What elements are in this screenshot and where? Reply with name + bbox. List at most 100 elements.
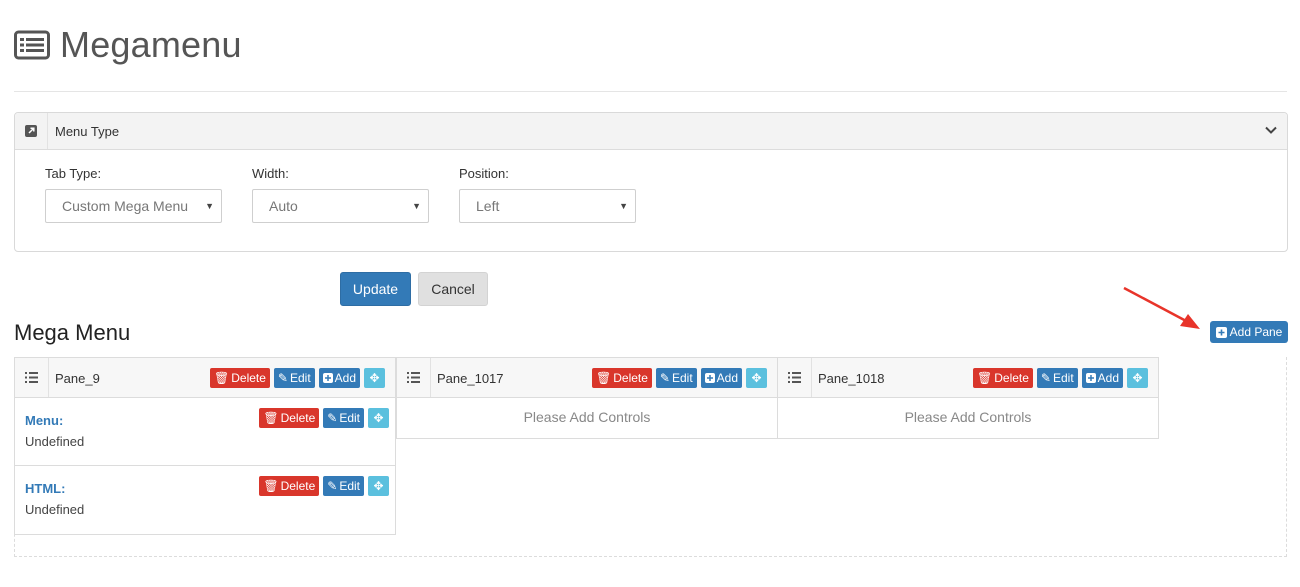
trash-icon: 🗑 [977,371,993,385]
width-value: Auto [269,198,298,214]
control-value: Undefined [25,502,85,517]
list-alt-icon [14,30,50,60]
position-value: Left [476,198,500,214]
trash-icon: 🗑 [596,371,612,385]
delete-label: Delete [613,371,648,385]
menu-type-title: Menu Type [55,124,120,139]
delete-pane-button[interactable]: 🗑 Delete [210,368,270,388]
page-header: Megamenu [14,24,242,66]
external-link-icon [15,113,48,149]
move-icon: ✥ [751,371,762,385]
add-control-button[interactable]: Add [1081,368,1124,388]
pane-toolbar: 🗑 Delete ✎ Edit Add ✥ [592,368,768,388]
move-handle[interactable]: ✥ [364,368,386,388]
move-icon: ✥ [369,371,380,385]
page-title: Megamenu [60,24,242,65]
delete-control-button[interactable]: 🗑 Delete [259,408,320,428]
caret-down-icon: ▼ [205,201,214,211]
list-icon[interactable] [397,358,431,397]
trash-icon: 🗑 [214,371,230,385]
pane-header: Pane_1017 🗑 Delete ✎ Edit Add ✥ [397,358,777,398]
add-label: Add [1097,371,1120,385]
position-select[interactable]: Left ▼ [459,189,636,223]
plus-square-icon [1215,326,1227,338]
delete-control-button[interactable]: 🗑 Delete [259,476,320,496]
edit-icon: ✎ [327,411,338,425]
menu-type-panel: Menu Type Tab Type: Custom Mega Menu ▼ W… [14,112,1288,252]
menu-type-panel-header[interactable]: Menu Type [15,113,1287,150]
tab-type-select[interactable]: Custom Mega Menu ▼ [45,189,222,223]
tab-type-field: Tab Type: Custom Mega Menu ▼ [45,166,222,223]
control-item: HTML: Undefined 🗑 Delete ✎ Edit ✥ [15,466,395,534]
chevron-down-icon[interactable] [1265,125,1277,135]
control-item: Menu: Undefined 🗑 Delete ✎ Edit ✥ [15,398,395,466]
edit-label: Edit [671,371,693,385]
annotation-arrow-icon [1123,286,1200,329]
trash-icon: 🗑 [263,411,279,425]
move-handle[interactable]: ✥ [1127,368,1149,388]
caret-down-icon: ▼ [619,201,628,211]
pane-name: Pane_1017 [437,371,504,386]
move-icon: ✥ [373,479,384,493]
control-toolbar: 🗑 Delete ✎ Edit ✥ [259,408,389,428]
pane-toolbar: 🗑 Delete ✎ Edit Add ✥ [210,368,386,388]
pane: Pane_1017 🗑 Delete ✎ Edit Add ✥ Please Add… [396,357,778,439]
edit-icon: ✎ [277,371,288,385]
plus-square-icon [322,373,333,383]
add-control-button[interactable]: Add [700,368,743,388]
move-icon: ✥ [1132,371,1143,385]
control-title: HTML: [25,481,66,496]
pane-name: Pane_1018 [818,371,885,386]
move-icon: ✥ [373,411,384,425]
move-handle[interactable]: ✥ [368,408,389,428]
trash-icon: 🗑 [263,479,279,493]
mega-menu-title: Mega Menu [14,320,131,345]
edit-icon: ✎ [1040,371,1051,385]
position-field: Position: Left ▼ [459,166,636,223]
width-label: Width: [252,166,289,181]
header-divider [14,91,1287,92]
add-label: Add [716,371,739,385]
position-label: Position: [459,166,509,181]
plus-square-icon [704,373,715,383]
add-pane-label: Add Pane [1229,325,1283,339]
list-icon[interactable] [778,358,812,397]
delete-label: Delete [231,371,266,385]
pane: Pane_9 🗑 Delete ✎ Edit Add ✥ Menu: Undefin… [14,357,396,535]
delete-pane-button[interactable]: 🗑 Delete [592,368,652,388]
tab-type-value: Custom Mega Menu [62,198,189,214]
empty-pane-message: Please Add Controls [904,409,1032,425]
edit-label: Edit [339,479,360,493]
plus-square-icon [1085,373,1096,383]
pane-name: Pane_9 [55,371,100,386]
add-pane-button[interactable]: Add Pane [1210,321,1288,343]
delete-pane-button[interactable]: 🗑 Delete [973,368,1033,388]
add-control-button[interactable]: Add [318,368,361,388]
delete-label: Delete [280,411,316,425]
control-title: Menu: [25,413,64,428]
delete-label: Delete [994,371,1029,385]
pane: Pane_1018 🗑 Delete ✎ Edit Add ✥ Please Add… [777,357,1159,439]
edit-label: Edit [1052,371,1074,385]
width-select[interactable]: Auto ▼ [252,189,429,223]
move-handle[interactable]: ✥ [368,476,389,496]
pane-toolbar: 🗑 Delete ✎ Edit Add ✥ [973,368,1149,388]
edit-icon: ✎ [327,479,338,493]
edit-control-button[interactable]: ✎ Edit [323,408,364,428]
edit-pane-button[interactable]: ✎ Edit [1036,368,1078,388]
pane-header: Pane_9 🗑 Delete ✎ Edit Add ✥ [15,358,395,398]
edit-pane-button[interactable]: ✎ Edit [655,368,697,388]
edit-pane-button[interactable]: ✎ Edit [273,368,315,388]
list-icon[interactable] [15,358,49,397]
edit-icon: ✎ [659,371,670,385]
edit-label: Edit [339,411,360,425]
move-handle[interactable]: ✥ [746,368,768,388]
control-toolbar: 🗑 Delete ✎ Edit ✥ [259,476,389,496]
caret-down-icon: ▼ [412,201,421,211]
width-field: Width: Auto ▼ [252,166,429,223]
control-value: Undefined [25,434,85,449]
update-button[interactable]: Update [340,272,411,306]
cancel-button[interactable]: Cancel [418,272,488,306]
edit-control-button[interactable]: ✎ Edit [323,476,364,496]
tab-type-label: Tab Type: [45,166,102,181]
